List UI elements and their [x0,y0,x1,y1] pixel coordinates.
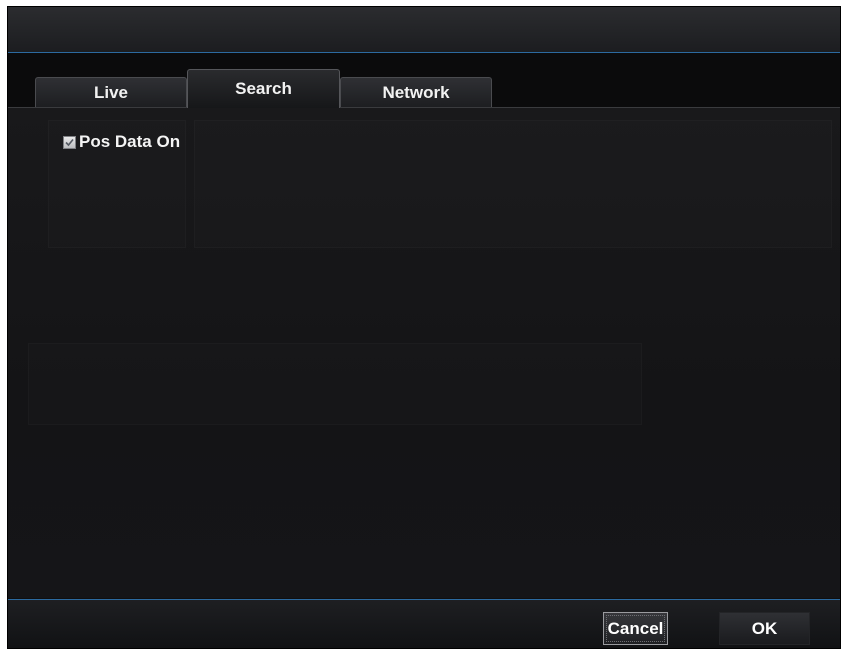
pos-data-checkbox-label: Pos Data On [79,132,181,151]
tab-network-label: Network [382,82,450,102]
tab-search-label: Search [235,79,292,98]
ok-button[interactable]: OK [719,612,810,645]
cancel-button[interactable]: Cancel [603,612,668,645]
pos-data-checkbox[interactable] [63,135,76,149]
tab-search[interactable]: Search [187,69,340,108]
tab-live[interactable]: Live [35,77,187,107]
tab-live-label: Live [93,82,129,102]
search-tab-panel: Pos Data On [8,108,840,598]
checkmark-icon [65,138,74,146]
background-panel [28,343,642,425]
background-panel [194,120,832,248]
tab-network[interactable]: Network [340,77,492,107]
dialog-title-bar[interactable] [8,7,840,53]
dialog-footer: Cancel OK [8,599,840,648]
settings-dialog: Live Search Network Pos Data On Cancel O… [7,6,841,649]
pos-data-checkbox-row[interactable]: Pos Data On [63,132,180,152]
tab-bar: Live Search Network [8,53,840,108]
